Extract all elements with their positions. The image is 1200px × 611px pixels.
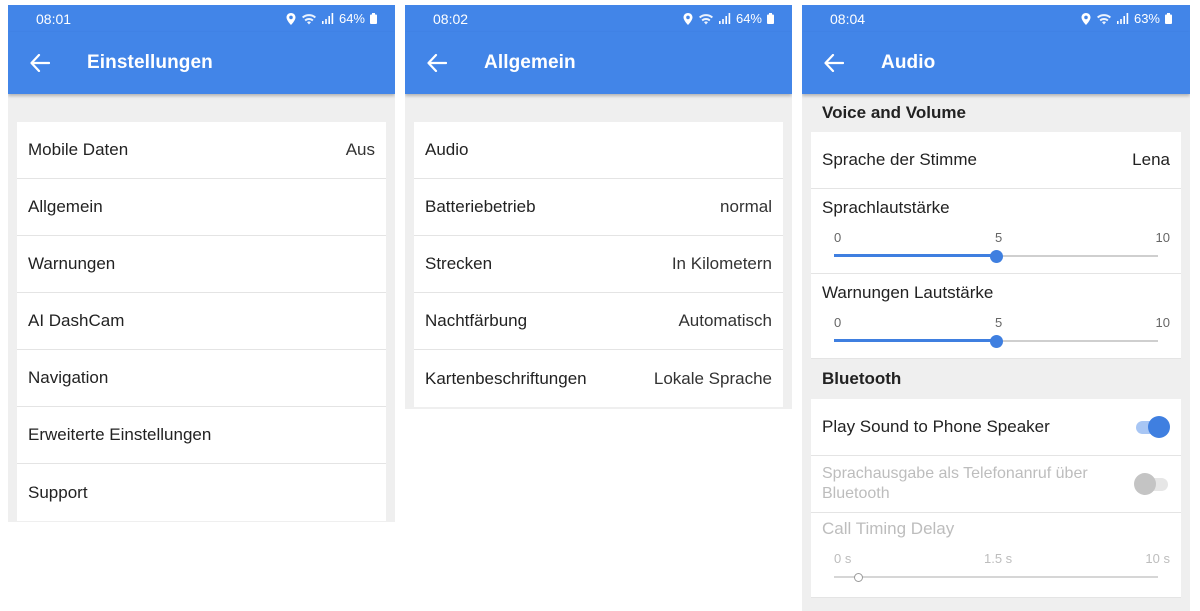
screen-einstellungen: 08:01 64% Einstellungen Mobile Daten Aus … <box>8 5 395 522</box>
status-bar: 08:01 64% <box>8 5 395 32</box>
location-icon <box>286 12 296 25</box>
tick-label-mid: 1.5 s <box>984 551 1013 566</box>
settings-content: Mobile Daten Aus Allgemein Warnungen AI D… <box>8 94 395 522</box>
app-bar: Audio <box>802 32 1190 94</box>
tick-label-max: 10 <box>1155 230 1170 245</box>
settings-item-value: In Kilometern <box>671 254 772 273</box>
warning-volume-slider[interactable] <box>834 335 1158 348</box>
settings-item-nachtfaerbung[interactable]: Nachtfärbung Automatisch <box>414 293 783 350</box>
page-title: Allgemein <box>484 52 576 73</box>
tick-label-mid: 5 <box>995 230 1003 245</box>
section-header-voice-volume: Voice and Volume <box>822 103 966 122</box>
settings-item-allgemein[interactable]: Allgemein <box>17 179 386 236</box>
section-header-bluetooth: Bluetooth <box>822 369 902 388</box>
settings-item-mobile-daten[interactable]: Mobile Daten Aus <box>17 122 386 179</box>
settings-item-batteriebetrieb[interactable]: Batteriebetrieb normal <box>414 179 783 236</box>
status-time: 08:01 <box>36 10 72 27</box>
settings-item-value: Aus <box>345 140 375 159</box>
slider-thumb <box>854 573 864 582</box>
battery-icon <box>370 13 377 24</box>
app-bar: Allgemein <box>405 32 792 94</box>
page-title: Audio <box>881 52 936 73</box>
settings-item-ai-dashcam[interactable]: AI DashCam <box>17 293 386 350</box>
tick-label-mid: 5 <box>995 315 1003 330</box>
phone-call-toggle <box>1134 472 1170 496</box>
warning-volume-label: Warnungen Lautstärke <box>822 283 994 302</box>
audio-settings-content: Voice and Volume Sprache der Stimme Lena… <box>802 94 1190 611</box>
settings-item-value: normal <box>720 197 772 216</box>
location-icon <box>683 12 693 25</box>
call-timing-delay-label: Call Timing Delay <box>822 519 955 538</box>
tick-label-min: 0 <box>834 230 842 245</box>
page-title: Einstellungen <box>87 52 213 73</box>
speech-volume-slider[interactable] <box>834 250 1158 263</box>
location-icon <box>1081 12 1091 25</box>
battery-icon <box>767 13 774 24</box>
back-arrow-icon[interactable] <box>822 51 846 75</box>
battery-percent: 63% <box>1133 11 1160 26</box>
signal-icon <box>718 13 731 24</box>
phone-call-label: Sprachausgabe als Telefonanruf über Blue… <box>822 465 1088 502</box>
status-time: 08:04 <box>830 10 866 27</box>
wifi-icon <box>301 13 317 25</box>
screen-audio: 08:04 63% Audio Voice and Volume Sprache… <box>802 5 1190 611</box>
settings-list: Audio Batteriebetrieb normal Strecken In K… <box>414 122 783 407</box>
wifi-icon <box>698 13 714 25</box>
voice-language-value: Lena <box>1132 150 1170 169</box>
slider-thumb[interactable] <box>990 250 1003 263</box>
voice-language-row[interactable]: Sprache der Stimme Lena <box>811 132 1181 189</box>
signal-icon <box>1116 13 1129 24</box>
phone-speaker-toggle[interactable] <box>1134 415 1170 439</box>
tick-label-max: 10 s <box>1145 551 1170 566</box>
settings-item-erweiterte-einstellungen[interactable]: Erweiterte Einstellungen <box>17 407 386 464</box>
tick-label-max: 10 <box>1155 315 1170 330</box>
tick-label-min: 0 <box>834 315 842 330</box>
slider-thumb[interactable] <box>990 335 1003 348</box>
settings-content: Audio Batteriebetrieb normal Strecken In K… <box>405 94 792 409</box>
status-time: 08:02 <box>433 10 469 27</box>
settings-item-audio[interactable]: Audio <box>414 122 783 179</box>
speech-volume-label: Sprachlautstärke <box>822 198 950 217</box>
app-bar: Einstellungen <box>8 32 395 94</box>
battery-percent: 64% <box>735 11 762 26</box>
phone-speaker-row[interactable]: Play Sound to Phone Speaker <box>811 399 1181 456</box>
settings-item-warnungen[interactable]: Warnungen <box>17 236 386 293</box>
settings-item-value: Automatisch <box>678 311 772 330</box>
speech-volume-row: Sprachlautstärke 0 5 10 <box>811 189 1181 274</box>
voice-language-label: Sprache der Stimme <box>822 150 977 169</box>
back-arrow-icon[interactable] <box>425 51 449 75</box>
status-bar: 08:04 63% <box>802 5 1190 32</box>
battery-percent: 64% <box>338 11 365 26</box>
wifi-icon <box>1096 13 1112 25</box>
settings-item-value: Lokale Sprache <box>653 368 772 388</box>
phone-call-row: Sprachausgabe als Telefonanruf über Blue… <box>811 456 1181 513</box>
status-bar: 08:02 64% <box>405 5 792 32</box>
settings-list: Mobile Daten Aus Allgemein Warnungen AI D… <box>17 122 386 521</box>
settings-item-kartenbeschriftungen[interactable]: Kartenbeschriftungen Lokale Sprache <box>414 350 783 407</box>
call-timing-delay-row: Call Timing Delay 0 s 1.5 s 10 s <box>811 513 1181 598</box>
phone-speaker-label: Play Sound to Phone Speaker <box>822 417 1050 436</box>
battery-icon <box>1165 13 1172 24</box>
signal-icon <box>321 13 334 24</box>
settings-item-support[interactable]: Support <box>17 464 386 521</box>
warning-volume-row: Warnungen Lautstärke 0 5 10 <box>811 274 1181 359</box>
call-timing-delay-slider <box>834 571 1158 583</box>
screen-allgemein: 08:02 64% Allgemein Audio Batteriebetrie… <box>405 5 792 409</box>
tick-label-min: 0 s <box>834 551 852 566</box>
settings-item-navigation[interactable]: Navigation <box>17 350 386 407</box>
back-arrow-icon[interactable] <box>28 51 52 75</box>
settings-item-strecken[interactable]: Strecken In Kilometern <box>414 236 783 293</box>
